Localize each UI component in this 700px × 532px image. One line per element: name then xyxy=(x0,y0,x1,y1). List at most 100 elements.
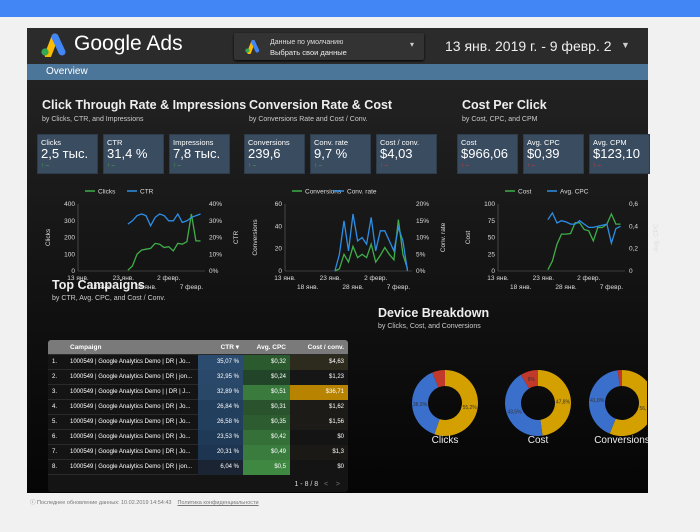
table-row[interactable]: 2. 1000549 | Google Analytics Demo | DR |… xyxy=(48,370,348,385)
y-axis-title: Clicks xyxy=(45,228,52,246)
slice-label: 8% xyxy=(528,377,536,383)
section-subtitle: by Cost, CPC, and CPM xyxy=(462,116,538,123)
campaign-name: 1000549 | Google Analytics Demo | DR | J… xyxy=(70,404,191,410)
section-title: Cost Per Click xyxy=(462,98,547,112)
y2-tick-label: 20% xyxy=(416,201,429,208)
trend-down-icon: ↑ – xyxy=(380,163,389,169)
y-axis-title: Cost xyxy=(465,231,472,245)
kpi-value: $0,39 xyxy=(527,146,560,161)
x-tick-label: 7 февр. xyxy=(600,284,623,291)
campaign-name: 1000549 | Google Analytics Demo | DR | J… xyxy=(70,434,191,440)
kpi-card: Impressions 7,8 тыс. ↑ – xyxy=(169,134,230,174)
x-tick-label: 7 февр. xyxy=(387,284,410,291)
x-tick-label: 23 янв. xyxy=(320,275,342,282)
campaigns-title: Top Campaigns xyxy=(52,278,145,292)
avg-cpc-cell: $0,24 xyxy=(243,370,290,385)
y-tick-label: 0 xyxy=(71,268,75,275)
y-tick-label: 25 xyxy=(488,251,496,258)
x-tick-label: 28 янв. xyxy=(555,284,577,291)
campaign-name: 1000549 | Google Analytics Demo | DR | J… xyxy=(70,419,191,425)
y-tick-label: 50 xyxy=(488,235,496,242)
page-info: 1 - 8 / 8 xyxy=(294,481,319,488)
legend-label: Clicks xyxy=(98,189,116,196)
dashboard: Google Ads Данные по умолчанию Выбрать с… xyxy=(27,28,660,493)
y-tick-label: 40 xyxy=(275,223,283,230)
y2-tick-label: 0,6 xyxy=(629,201,638,208)
campaign-name: 1000549 | Google Analytics Demo | DR | J… xyxy=(70,449,191,455)
y-tick-label: 60 xyxy=(275,201,283,208)
x-tick-label: 23 янв. xyxy=(533,275,555,282)
x-tick-label: 13 янв. xyxy=(274,275,296,282)
kpi-value: 7,8 тыс. xyxy=(173,146,221,161)
row-index: 6. xyxy=(52,434,58,440)
col-avg-cpc[interactable]: Avg. CPC xyxy=(243,340,290,355)
slice-label: 56,1% xyxy=(639,406,647,412)
avg-cpc-cell: $0,35 xyxy=(243,415,290,430)
series-line xyxy=(334,219,409,272)
table-row[interactable]: 3. 1000549 | Google Analytics Demo | | DR… xyxy=(48,385,348,400)
y2-tick-label: 0% xyxy=(416,268,426,275)
x-tick-label: 18 янв. xyxy=(297,284,319,291)
data-source-name: Данные по умолчанию xyxy=(270,39,344,46)
y2-tick-label: 0 xyxy=(629,268,633,275)
section-subtitle: by Conversions Rate and Cost / Conv. xyxy=(249,116,368,123)
y-tick-label: 300 xyxy=(64,218,75,225)
chevron-down-icon[interactable]: ▼ xyxy=(621,40,630,50)
x-tick-label: 2 февр. xyxy=(577,275,600,282)
y2-tick-label: 20% xyxy=(209,235,222,242)
kpi-value: $4,03 xyxy=(380,146,413,161)
trend-up-icon: ↑ – xyxy=(173,163,182,169)
data-source-action: Выбрать свои данные xyxy=(270,48,347,57)
slice-label: 43,5% xyxy=(507,409,522,415)
kpi-card: Conversions 239,6 ↑ – xyxy=(244,134,305,174)
x-tick-label: 28 янв. xyxy=(342,284,364,291)
table-row[interactable]: 1. 1000549 | Google Analytics Demo | DR |… xyxy=(48,355,348,370)
next-page-icon[interactable]: > xyxy=(336,481,340,488)
y2-tick-label: 10% xyxy=(416,235,429,242)
kpi-card: Clicks 2,5 тыс. ↑ – xyxy=(37,134,98,174)
prev-page-icon[interactable]: < xyxy=(324,481,328,488)
campaigns-table: Campaign CTR ▾ Avg. CPC Cost / conv. 1 -… xyxy=(48,340,348,492)
kpi-value: $966,06 xyxy=(461,146,508,161)
nav-band: Overview xyxy=(27,64,648,80)
data-source-selector[interactable]: Данные по умолчанию Выбрать свои данные … xyxy=(234,33,424,60)
slice-label: 55,2% xyxy=(463,405,478,411)
y-tick-label: 200 xyxy=(64,235,75,242)
table-row[interactable]: 7. 1000549 | Google Analytics Demo | DR |… xyxy=(48,445,348,460)
table-row[interactable]: 6. 1000549 | Google Analytics Demo | DR |… xyxy=(48,430,348,445)
browser-top-bar xyxy=(0,0,700,17)
legend-label: Avg. CPC xyxy=(560,189,589,196)
ctr-cell: 32,89 % xyxy=(198,385,243,400)
y2-tick-label: 0,2 xyxy=(629,246,638,253)
kpi-card: Cost $966,06 ↑ – xyxy=(457,134,518,174)
section-subtitle: by Clicks, CTR, and Impressions xyxy=(42,116,144,123)
legend-label: Cost xyxy=(518,189,532,196)
cost-conv-cell: $0 xyxy=(290,460,348,475)
avg-cpc-cell: $0,51 xyxy=(243,385,290,400)
col-cost-conv[interactable]: Cost / conv. xyxy=(290,340,348,355)
table-row[interactable]: 4. 1000549 | Google Analytics Demo | DR |… xyxy=(48,400,348,415)
tab-overview[interactable]: Overview xyxy=(46,66,88,77)
google-ads-logo-icon xyxy=(41,33,66,57)
table-row[interactable]: 8. 1000549 | Google Analytics Demo | DR |… xyxy=(48,460,348,475)
slice-label: 38,5% xyxy=(413,402,428,408)
kpi-value: 31,4 % xyxy=(107,146,148,161)
y-tick-label: 0 xyxy=(491,268,495,275)
trend-up-icon: ↑ – xyxy=(314,163,323,169)
table-row[interactable]: 5. 1000549 | Google Analytics Demo | DR |… xyxy=(48,415,348,430)
x-tick-label: 2 февр. xyxy=(364,275,387,282)
privacy-link[interactable]: Политика конфиденциальности xyxy=(177,500,258,506)
y2-tick-label: 5% xyxy=(416,251,426,258)
slice-label: 41,8% xyxy=(590,398,605,404)
col-campaign[interactable]: Campaign xyxy=(70,340,198,355)
kpi-card: Cost / conv. $4,03 ↑ – xyxy=(376,134,437,174)
col-ctr[interactable]: CTR ▾ xyxy=(198,340,243,355)
y2-tick-label: 0% xyxy=(209,268,219,275)
date-range-picker[interactable]: 13 янв. 2019 г. - 9 февр. 2 xyxy=(445,38,612,54)
campaign-name: 1000549 | Google Analytics Demo | | DR |… xyxy=(70,389,191,395)
trend-down-icon: ↑ – xyxy=(527,163,536,169)
legend-label: Conversions xyxy=(305,189,342,196)
y2-tick-label: 30% xyxy=(209,218,222,225)
series-line xyxy=(127,213,201,271)
section-title: Click Through Rate & Impressions xyxy=(42,98,247,112)
